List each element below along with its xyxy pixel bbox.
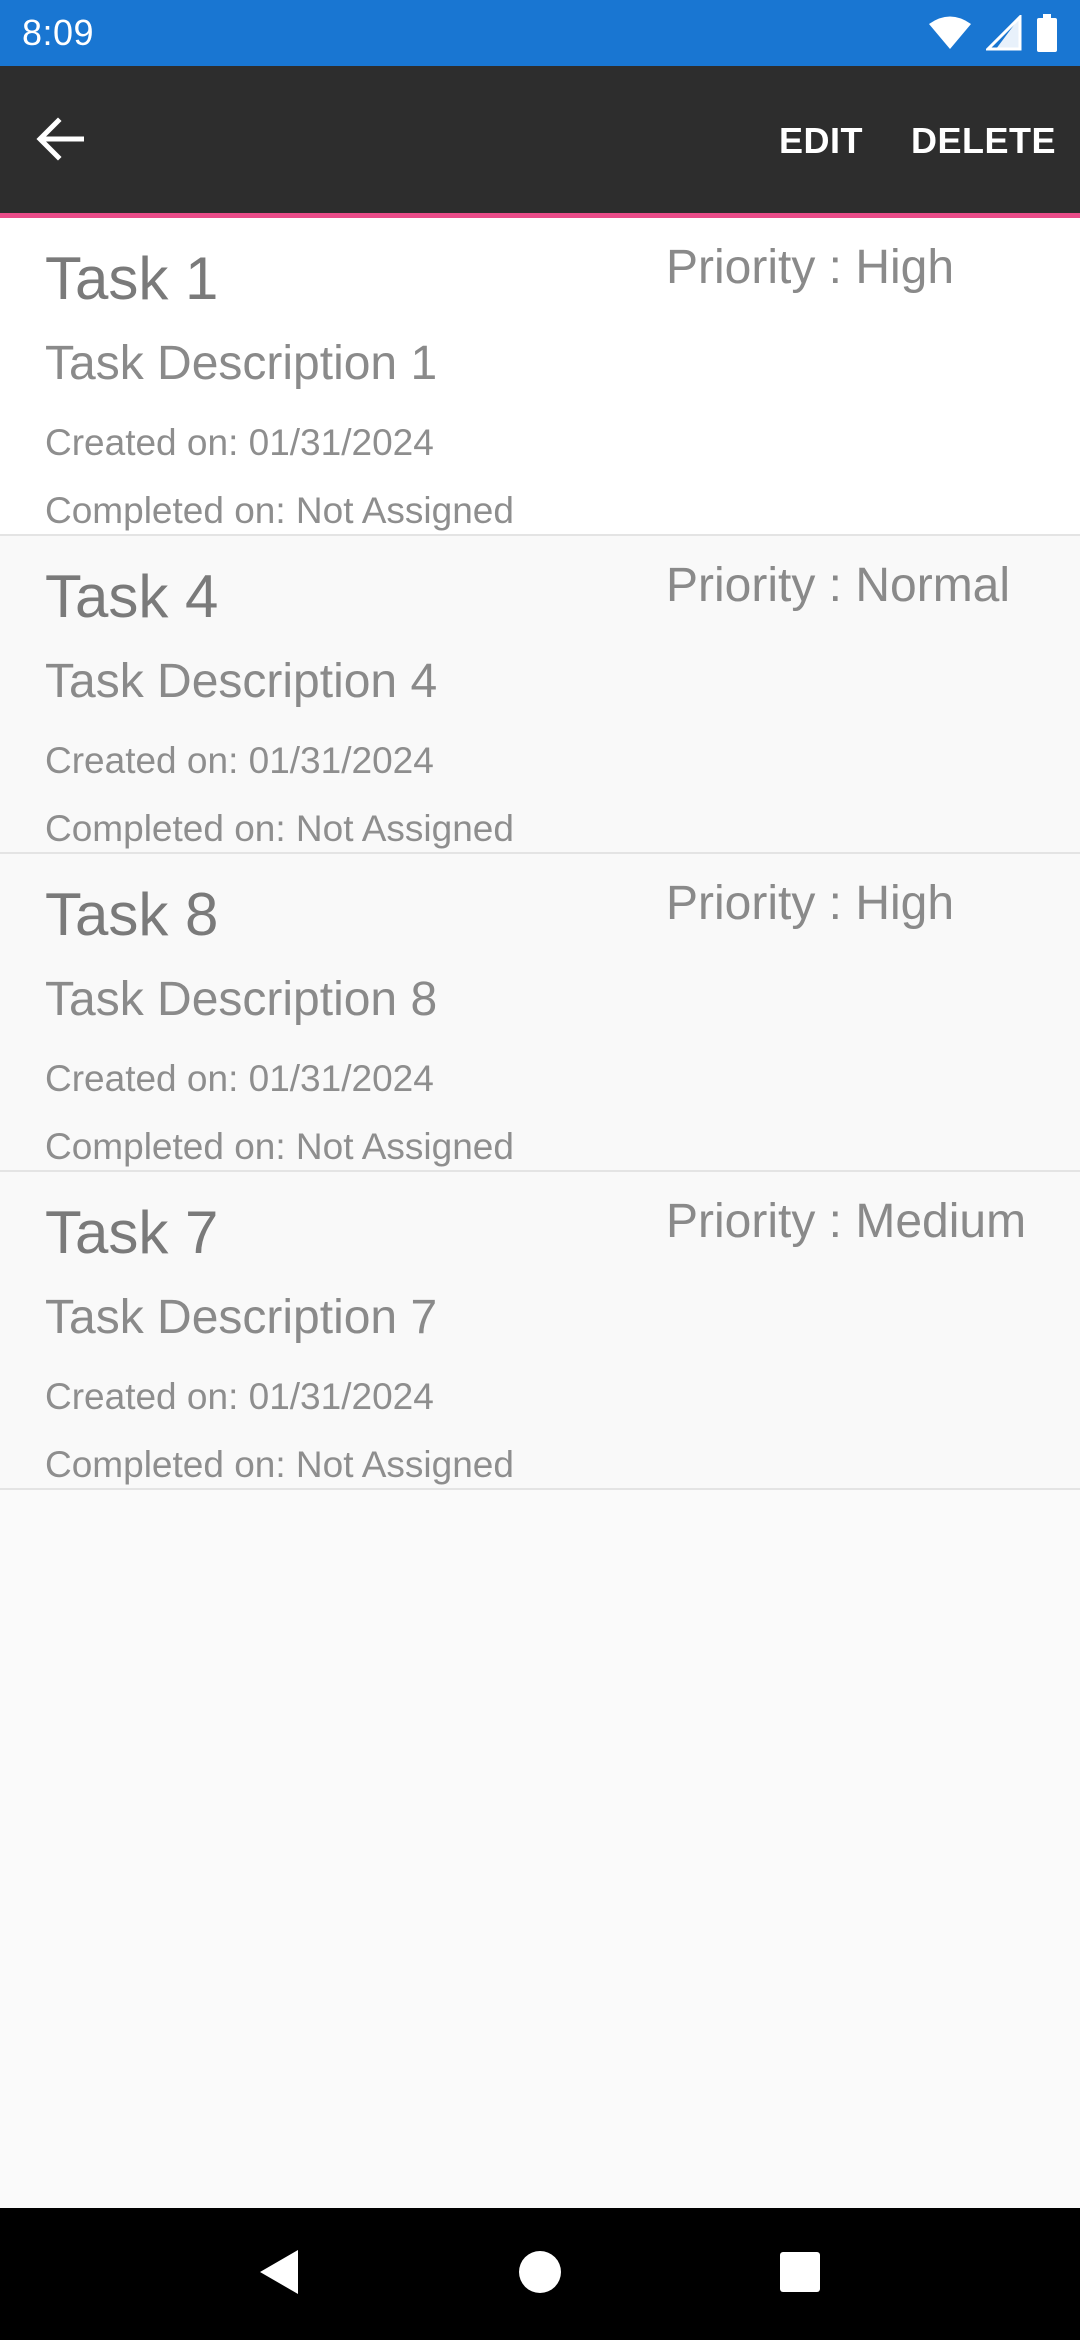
- task-priority: Priority : High: [666, 241, 955, 294]
- task-title: Task 4: [45, 563, 219, 630]
- arrow-back-icon: [36, 116, 85, 166]
- task-title: Task 1: [45, 245, 219, 312]
- signal-icon: [986, 15, 1022, 51]
- task-title: Task 8: [45, 881, 219, 948]
- task-created-date: Created on: 01/31/2024: [45, 740, 434, 781]
- delete-button[interactable]: DELETE: [887, 66, 1080, 216]
- task-created-date: Created on: 01/31/2024: [45, 1376, 434, 1417]
- system-nav-bar: [0, 2208, 1080, 2340]
- app-bar: EDIT DELETE: [0, 66, 1080, 216]
- edit-button[interactable]: EDIT: [755, 66, 887, 216]
- task-description: Task Description 7: [45, 1291, 438, 1344]
- nav-back-icon: [258, 2248, 302, 2301]
- battery-icon: [1036, 14, 1058, 52]
- nav-recents-button[interactable]: [750, 2224, 850, 2324]
- nav-home-button[interactable]: [490, 2224, 590, 2324]
- task-item[interactable]: Task 7 Priority : Medium Task Descriptio…: [0, 1172, 1080, 1490]
- screen: 8:09 EDIT DELETE Task 1 Priority: High …: [0, 0, 1080, 2340]
- task-priority: Priority : High: [666, 877, 955, 930]
- task-list: Task 1 Priority : High Task Description …: [0, 218, 1080, 1490]
- status-icons: [928, 14, 1058, 52]
- wifi-icon: [928, 15, 972, 51]
- app-bar-actions: EDIT DELETE: [755, 66, 1080, 216]
- task-completed-date: Completed on: Not Assigned: [45, 808, 514, 849]
- task-description: Task Description 4: [45, 655, 438, 708]
- task-completed-date: Completed on: Not Assigned: [45, 490, 514, 531]
- nav-home-icon: [518, 2250, 562, 2299]
- task-item[interactable]: Task 4 Priority : Normal Task Descriptio…: [0, 536, 1080, 854]
- task-priority: Priority : Medium: [666, 1195, 1027, 1248]
- status-time: 8:09: [22, 12, 95, 53]
- task-description: Task Description 8: [45, 973, 438, 1026]
- nav-recents-icon: [779, 2251, 821, 2298]
- task-created-date: Created on: 01/31/2024: [45, 422, 434, 463]
- task-item[interactable]: Task 8 Priority : High Task Description …: [0, 854, 1080, 1172]
- nav-back-button[interactable]: [230, 2224, 330, 2324]
- task-completed-date: Completed on: Not Assigned: [45, 1444, 514, 1485]
- task-description: Task Description 1: [45, 337, 438, 390]
- task-priority: Priority : Normal: [666, 559, 1011, 612]
- task-created-date: Created on: 01/31/2024: [45, 1058, 434, 1099]
- status-bar: 8:09: [0, 0, 1080, 66]
- task-completed-date: Completed on: Not Assigned: [45, 1126, 514, 1167]
- task-item[interactable]: Task 1 Priority : High Task Description …: [0, 218, 1080, 536]
- back-button[interactable]: [0, 66, 120, 216]
- task-title: Task 7: [45, 1199, 219, 1266]
